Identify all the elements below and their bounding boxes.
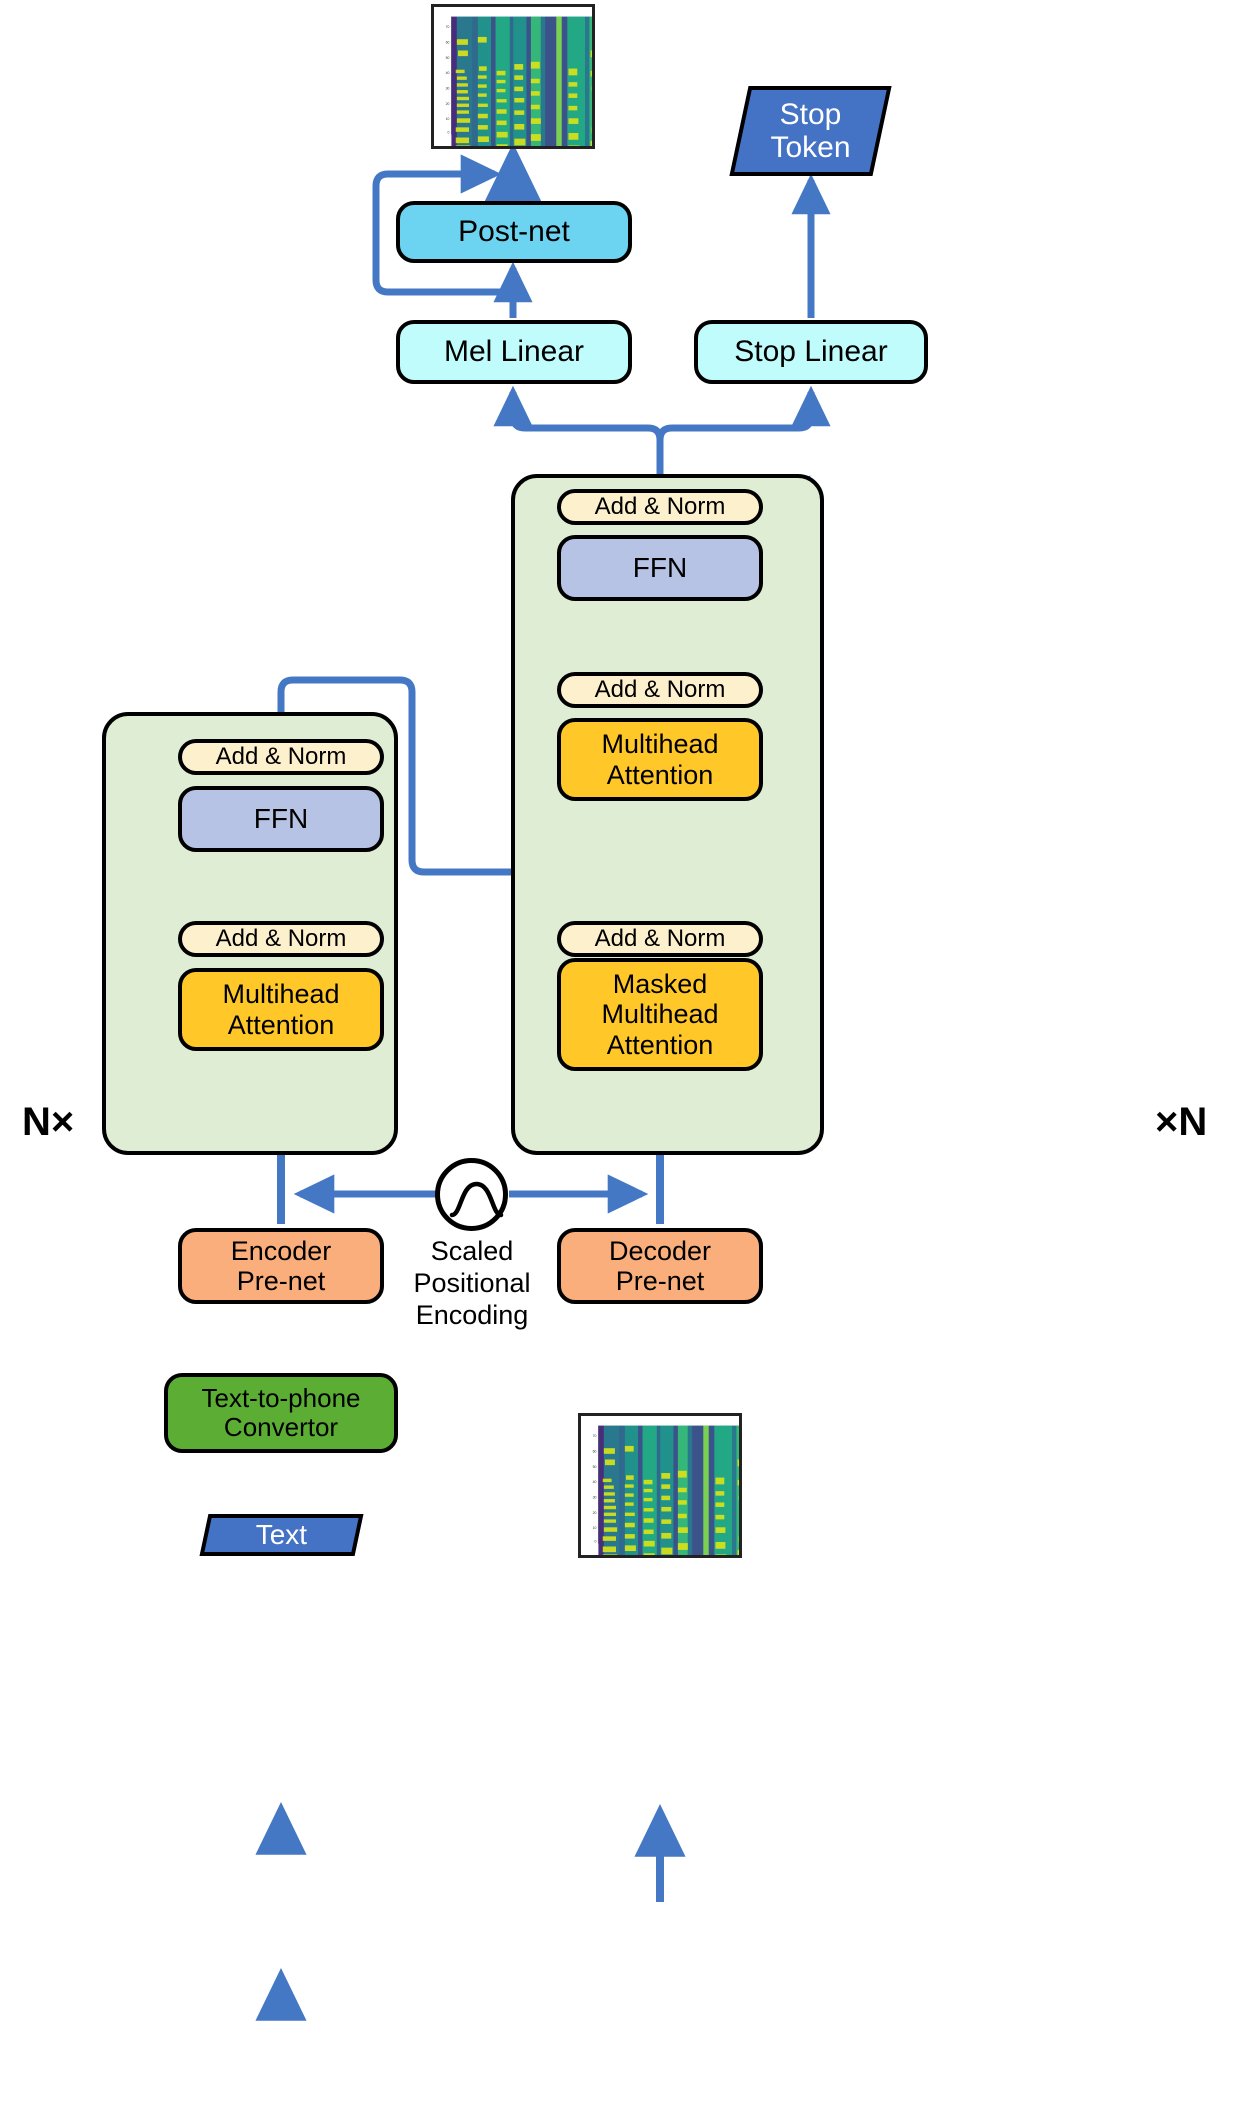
stop-token-label-line2: Token [770,131,851,164]
decoder-ffn-block: FFN [557,535,763,601]
svg-text:60: 60 [593,1449,597,1453]
positional-encoding-line1: Scaled [430,1236,514,1266]
post-net-label: Post-net [458,215,570,249]
decoder-add-norm-bottom-label: Add & Norm [594,924,726,952]
svg-text:40: 40 [593,1480,597,1484]
svg-text:10: 10 [593,1526,597,1530]
post-net-block: Post-net [396,201,632,263]
decoder-masked-attention-label-line1: Masked [612,969,708,1000]
decoder-add-norm-mid: Add & Norm [557,672,763,708]
encoder-prenet-label-line1: Encoder [230,1235,332,1266]
encoder-repeat-label: N× [22,1100,75,1144]
decoder-cross-attention-label-line2: Attention [606,759,714,790]
decoder-ffn-label: FFN [632,552,688,584]
svg-text:30: 30 [446,86,450,90]
encoder-ffn-block: FFN [178,786,384,852]
sine-wave-icon [449,1181,504,1218]
decoder-prenet-block: Decoder Pre-net [557,1228,763,1304]
arrow-decoder-to-stop-linear [656,385,831,441]
decoder-add-norm-top: Add & Norm [557,489,763,525]
text-input-label: Text [255,1518,308,1550]
mel-linear-block: Mel Linear [396,320,632,384]
encoder-add-norm-bottom: Add & Norm [178,921,384,957]
positional-encoding-line2: Positional [413,1267,531,1298]
text-to-phone-converter-block: Text-to-phone Convertor [164,1373,398,1453]
text-input-node: Text [199,1514,364,1556]
encoder-add-norm-top-label: Add & Norm [215,742,347,770]
diagram-canvas: 70 60 50 40 30 20 10 0 0 25 50 75 100 12… [0,0,1250,2109]
input-spectrogram-plot: 70 60 50 40 30 20 10 0 0 25 50 75 100 12… [581,1416,739,1555]
input-mel-spectrogram: 70 60 50 40 30 20 10 0 0 25 50 75 100 12… [578,1413,742,1558]
svg-text:70: 70 [446,25,450,29]
output-spectrogram-plot: 70 60 50 40 30 20 10 0 0 25 50 75 100 12… [434,7,592,146]
encoder-ffn-label: FFN [253,803,309,835]
svg-text:50: 50 [593,1465,597,1469]
svg-text:60: 60 [446,40,450,44]
encoder-attention-label-line2: Attention [227,1009,335,1040]
decoder-repeat-label: ×N [1155,1100,1208,1144]
svg-text:50: 50 [446,56,450,60]
scaled-positional-encoding-icon [435,1158,508,1231]
positional-encoding-line3: Encoding [415,1299,529,1330]
svg-text:0: 0 [594,1540,596,1544]
encoder-attention-block: Multihead Attention [178,968,384,1051]
decoder-cross-attention-label-line1: Multihead [601,729,719,760]
decoder-masked-attention-label-line2: Multihead [601,999,719,1030]
stop-token-output: Stop Token [729,86,892,176]
stop-token-label-line1: Stop [779,98,842,131]
stop-linear-label: Stop Linear [734,335,888,369]
decoder-cross-attention-block: Multihead Attention [557,718,763,801]
svg-text:0: 0 [447,131,449,135]
decoder-add-norm-top-label: Add & Norm [594,492,726,520]
decoder-prenet-label-line2: Pre-net [615,1266,705,1296]
svg-text:30: 30 [593,1495,597,1499]
text-to-phone-label-line2: Convertor [223,1412,339,1442]
mel-linear-label: Mel Linear [443,335,585,369]
decoder-add-norm-mid-label: Add & Norm [594,675,726,703]
encoder-add-norm-bottom-label: Add & Norm [215,924,347,952]
decoder-masked-attention-block: Masked Multihead Attention [557,958,763,1071]
output-mel-spectrogram: 70 60 50 40 30 20 10 0 0 25 50 75 100 12… [431,4,595,149]
encoder-add-norm-top: Add & Norm [178,739,384,775]
svg-text:20: 20 [593,1511,597,1515]
encoder-prenet-label-line2: Pre-net [236,1266,326,1296]
scaled-positional-encoding-label: Scaled Positional Encoding [381,1236,563,1332]
svg-text:40: 40 [446,71,450,75]
text-to-phone-label-line1: Text-to-phone [201,1382,361,1413]
decoder-masked-attention-label-line3: Attention [606,1029,714,1060]
svg-text:10: 10 [446,117,450,121]
encoder-prenet-block: Encoder Pre-net [178,1228,384,1304]
encoder-attention-label-line1: Multihead [222,979,340,1010]
decoder-add-norm-bottom: Add & Norm [557,921,763,957]
svg-text:70: 70 [593,1434,597,1438]
svg-text:20: 20 [446,102,450,106]
stop-linear-block: Stop Linear [694,320,928,384]
decoder-prenet-label-line1: Decoder [608,1235,712,1266]
